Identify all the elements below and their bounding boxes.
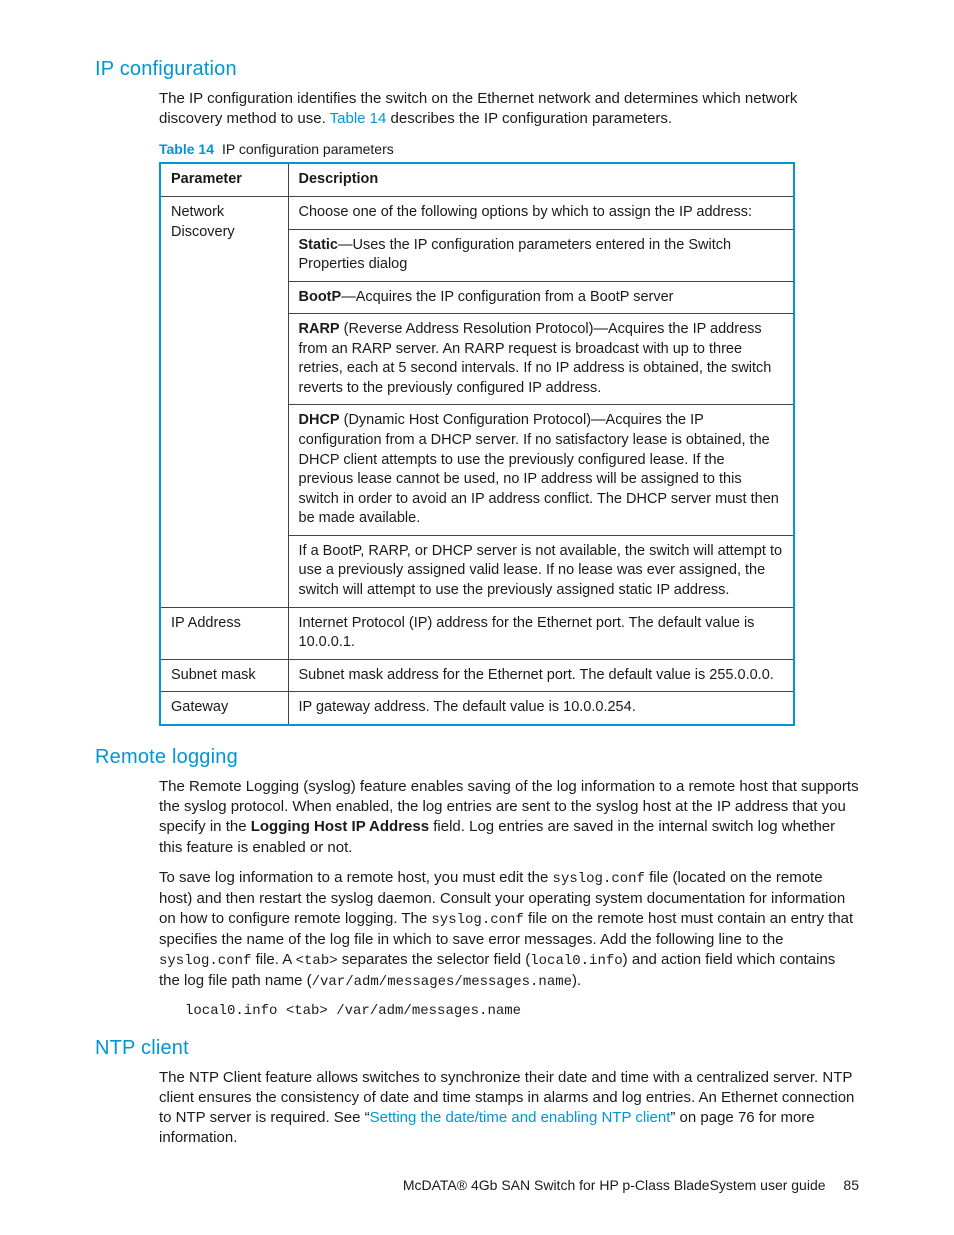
code-path: /var/adm/messages/messages.name <box>312 974 572 990</box>
th-parameter: Parameter <box>160 163 288 196</box>
heading-ip-configuration: IP configuration <box>95 56 859 83</box>
code-syslog-conf: syslog.conf <box>431 912 523 928</box>
text: describes the IP configuration parameter… <box>386 110 672 127</box>
table-caption: Table 14 IP configuration parameters <box>159 140 859 159</box>
text: —Uses the IP configuration parameters en… <box>299 237 732 273</box>
code-syslog-conf: syslog.conf <box>553 871 645 887</box>
table-caption-text: IP configuration parameters <box>222 141 394 157</box>
heading-ntp-client: NTP client <box>95 1035 859 1062</box>
text: To save log information to a remote host… <box>159 869 553 886</box>
table-row: Gateway IP gateway address. The default … <box>160 692 794 725</box>
link-setting-date-time[interactable]: Setting the date/time and enabling NTP c… <box>370 1109 671 1126</box>
ip-config-table: Parameter Description Network Discovery … <box>159 162 795 725</box>
code-syslog-conf: syslog.conf <box>159 953 251 969</box>
label-bootp: BootP <box>299 289 342 305</box>
ntp-client-paragraph: The NTP Client feature allows switches t… <box>159 1068 859 1149</box>
footer-text: McDATA® 4Gb SAN Switch for HP p-Class Bl… <box>403 1177 826 1193</box>
cell-desc: Internet Protocol (IP) address for the E… <box>288 607 794 659</box>
code-local0-info: local0.info <box>530 953 622 969</box>
cell-param: Subnet mask <box>160 659 288 692</box>
code-block: local0.info <tab> /var/adm/messages.name <box>185 1002 859 1021</box>
text: ). <box>572 972 581 989</box>
label-static: Static <box>299 237 339 253</box>
page-number: 85 <box>843 1177 859 1193</box>
table-label: Table 14 <box>159 141 214 157</box>
text: If a BootP, RARP, or DHCP server is not … <box>299 542 784 601</box>
cell-param: IP Address <box>160 607 288 659</box>
remote-logging-p1: The Remote Logging (syslog) feature enab… <box>159 777 859 858</box>
page-footer: McDATA® 4Gb SAN Switch for HP p-Class Bl… <box>95 1176 859 1195</box>
cell-desc: DHCP (Dynamic Host Configuration Protoco… <box>288 405 794 535</box>
label-dhcp: DHCP <box>299 412 340 428</box>
label-logging-host-ip: Logging Host IP Address <box>251 818 429 835</box>
code-tab: <tab> <box>296 953 338 969</box>
text: (Dynamic Host Configuration Protocol)—Ac… <box>299 412 779 526</box>
cell-desc: RARP (Reverse Address Resolution Protoco… <box>288 314 794 405</box>
cell-desc: If a BootP, RARP, or DHCP server is not … <box>288 535 794 607</box>
heading-remote-logging: Remote logging <box>95 744 859 771</box>
text: separates the selector field ( <box>338 951 531 968</box>
table-row: Subnet mask Subnet mask address for the … <box>160 659 794 692</box>
th-description: Description <box>288 163 794 196</box>
text: file. A <box>251 951 295 968</box>
cell-desc: BootP—Acquires the IP configuration from… <box>288 281 794 314</box>
cell-desc: Choose one of the following options by w… <box>288 196 794 229</box>
cell-desc: IP gateway address. The default value is… <box>288 692 794 725</box>
cell-param: Network Discovery <box>160 196 288 607</box>
table-row: Network Discovery Choose one of the foll… <box>160 196 794 229</box>
text: Choose one of the following options by w… <box>299 203 784 223</box>
cell-param: Gateway <box>160 692 288 725</box>
text: —Acquires the IP configuration from a Bo… <box>341 289 673 305</box>
text: (Reverse Address Resolution Protocol)—Ac… <box>299 321 772 396</box>
link-table-14[interactable]: Table 14 <box>330 110 387 127</box>
cell-desc: Subnet mask address for the Ethernet por… <box>288 659 794 692</box>
ip-config-intro: The IP configuration identifies the swit… <box>159 89 859 130</box>
label-rarp: RARP <box>299 321 340 337</box>
remote-logging-p2: To save log information to a remote host… <box>159 868 859 992</box>
cell-desc: Static—Uses the IP configuration paramet… <box>288 229 794 281</box>
table-row: IP Address Internet Protocol (IP) addres… <box>160 607 794 659</box>
